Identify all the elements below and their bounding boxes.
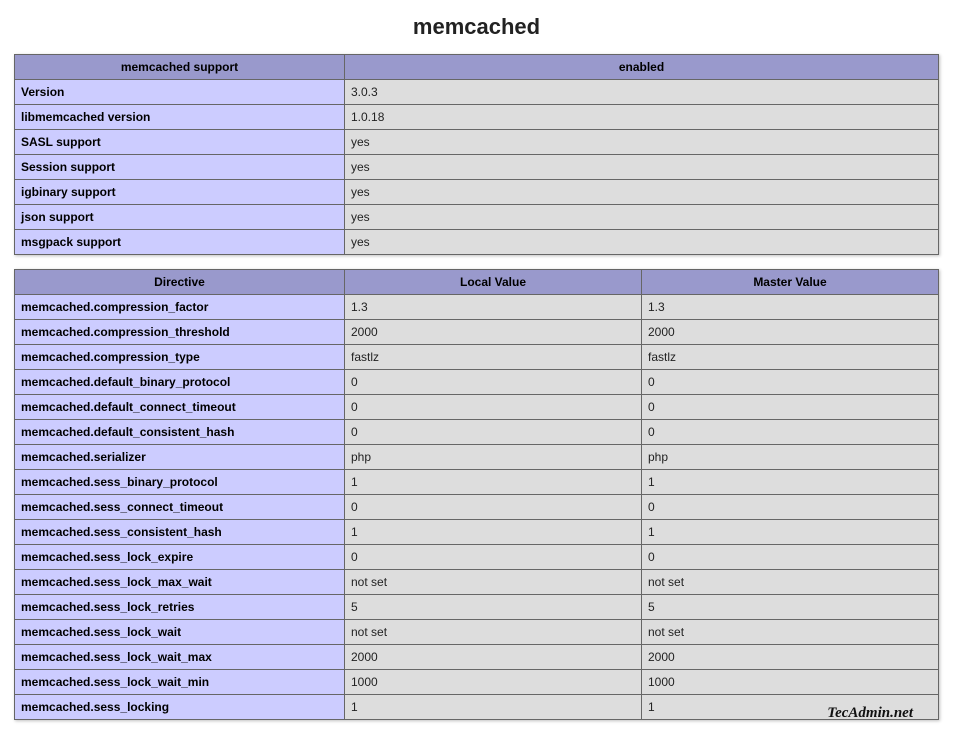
directive-local-value: 1 <box>345 520 642 545</box>
directive-name: memcached.compression_type <box>15 345 345 370</box>
directive-name: memcached.serializer <box>15 445 345 470</box>
directive-local-value: 0 <box>345 395 642 420</box>
directive-master-value: 1 <box>642 695 939 720</box>
directive-name: memcached.default_consistent_hash <box>15 420 345 445</box>
directive-local-value: 1000 <box>345 670 642 695</box>
header-master-value: Master Value <box>642 270 939 295</box>
table-row: igbinary supportyes <box>15 180 939 205</box>
table-row: memcached.serializerphpphp <box>15 445 939 470</box>
directive-master-value: 0 <box>642 420 939 445</box>
support-key: json support <box>15 205 345 230</box>
directive-name: memcached.default_connect_timeout <box>15 395 345 420</box>
directive-local-value: not set <box>345 620 642 645</box>
directive-master-value: 2000 <box>642 645 939 670</box>
table-header-row: Directive Local Value Master Value <box>15 270 939 295</box>
directive-local-value: 0 <box>345 545 642 570</box>
table-row: memcached.sess_lock_max_waitnot setnot s… <box>15 570 939 595</box>
support-key: igbinary support <box>15 180 345 205</box>
table-row: memcached.sess_lock_wait_min10001000 <box>15 670 939 695</box>
table-row: memcached.sess_connect_timeout00 <box>15 495 939 520</box>
directive-name: memcached.sess_lock_expire <box>15 545 345 570</box>
directive-master-value: 0 <box>642 495 939 520</box>
table-row: memcached.sess_locking11 <box>15 695 939 720</box>
table-header-row: memcached support enabled <box>15 55 939 80</box>
support-key: Session support <box>15 155 345 180</box>
directive-name: memcached.sess_lock_wait_min <box>15 670 345 695</box>
directive-master-value: 1000 <box>642 670 939 695</box>
directive-local-value: 1.3 <box>345 295 642 320</box>
directive-local-value: 2000 <box>345 320 642 345</box>
support-value: yes <box>345 205 939 230</box>
table-row: memcached.compression_factor1.31.3 <box>15 295 939 320</box>
table-row: memcached.default_consistent_hash00 <box>15 420 939 445</box>
directive-master-value: 0 <box>642 545 939 570</box>
directive-local-value: 0 <box>345 495 642 520</box>
directive-name: memcached.sess_lock_wait <box>15 620 345 645</box>
support-key: SASL support <box>15 130 345 155</box>
support-value: yes <box>345 155 939 180</box>
directive-name: memcached.sess_consistent_hash <box>15 520 345 545</box>
directive-name: memcached.sess_connect_timeout <box>15 495 345 520</box>
directive-name: memcached.sess_lock_max_wait <box>15 570 345 595</box>
directive-local-value: 5 <box>345 595 642 620</box>
directive-name: memcached.sess_locking <box>15 695 345 720</box>
support-value: 1.0.18 <box>345 105 939 130</box>
support-key: libmemcached version <box>15 105 345 130</box>
directive-master-value: 0 <box>642 370 939 395</box>
directive-master-value: not set <box>642 620 939 645</box>
table-row: json supportyes <box>15 205 939 230</box>
directive-local-value: 2000 <box>345 645 642 670</box>
table-row: msgpack supportyes <box>15 230 939 255</box>
table-row: memcached.compression_typefastlzfastlz <box>15 345 939 370</box>
table-row: memcached.compression_threshold20002000 <box>15 320 939 345</box>
table-row: memcached.sess_lock_wait_max20002000 <box>15 645 939 670</box>
header-local-value: Local Value <box>345 270 642 295</box>
directive-master-value: fastlz <box>642 345 939 370</box>
directive-local-value: php <box>345 445 642 470</box>
directive-local-value: not set <box>345 570 642 595</box>
support-value: yes <box>345 230 939 255</box>
directive-local-value: 0 <box>345 420 642 445</box>
directive-local-value: 1 <box>345 470 642 495</box>
support-key: Version <box>15 80 345 105</box>
table-row: memcached.default_connect_timeout00 <box>15 395 939 420</box>
directive-master-value: 2000 <box>642 320 939 345</box>
table-row: Session supportyes <box>15 155 939 180</box>
page-title: memcached <box>14 14 939 40</box>
support-value: 3.0.3 <box>345 80 939 105</box>
header-directive: Directive <box>15 270 345 295</box>
directive-local-value: 0 <box>345 370 642 395</box>
table-row: Version3.0.3 <box>15 80 939 105</box>
directive-local-value: 1 <box>345 695 642 720</box>
directive-master-value: 1 <box>642 470 939 495</box>
support-value: yes <box>345 180 939 205</box>
directive-master-value: 1 <box>642 520 939 545</box>
table-row: memcached.sess_binary_protocol11 <box>15 470 939 495</box>
header-support-label: memcached support <box>15 55 345 80</box>
table-row: memcached.default_binary_protocol00 <box>15 370 939 395</box>
directive-master-value: 1.3 <box>642 295 939 320</box>
directive-name: memcached.compression_factor <box>15 295 345 320</box>
table-row: memcached.sess_lock_expire00 <box>15 545 939 570</box>
directive-name: memcached.compression_threshold <box>15 320 345 345</box>
directive-master-value: not set <box>642 570 939 595</box>
directive-name: memcached.sess_lock_wait_max <box>15 645 345 670</box>
support-key: msgpack support <box>15 230 345 255</box>
directive-master-value: 5 <box>642 595 939 620</box>
directive-name: memcached.sess_lock_retries <box>15 595 345 620</box>
table-row: memcached.sess_consistent_hash11 <box>15 520 939 545</box>
memcached-support-table: memcached support enabled Version3.0.3li… <box>14 54 939 255</box>
directive-name: memcached.default_binary_protocol <box>15 370 345 395</box>
directive-master-value: 0 <box>642 395 939 420</box>
table-row: memcached.sess_lock_waitnot setnot set <box>15 620 939 645</box>
directive-name: memcached.sess_binary_protocol <box>15 470 345 495</box>
table-row: SASL supportyes <box>15 130 939 155</box>
table-row: libmemcached version1.0.18 <box>15 105 939 130</box>
header-support-value: enabled <box>345 55 939 80</box>
directive-local-value: fastlz <box>345 345 642 370</box>
support-value: yes <box>345 130 939 155</box>
directive-master-value: php <box>642 445 939 470</box>
memcached-directive-table: Directive Local Value Master Value memca… <box>14 269 939 720</box>
table-row: memcached.sess_lock_retries55 <box>15 595 939 620</box>
